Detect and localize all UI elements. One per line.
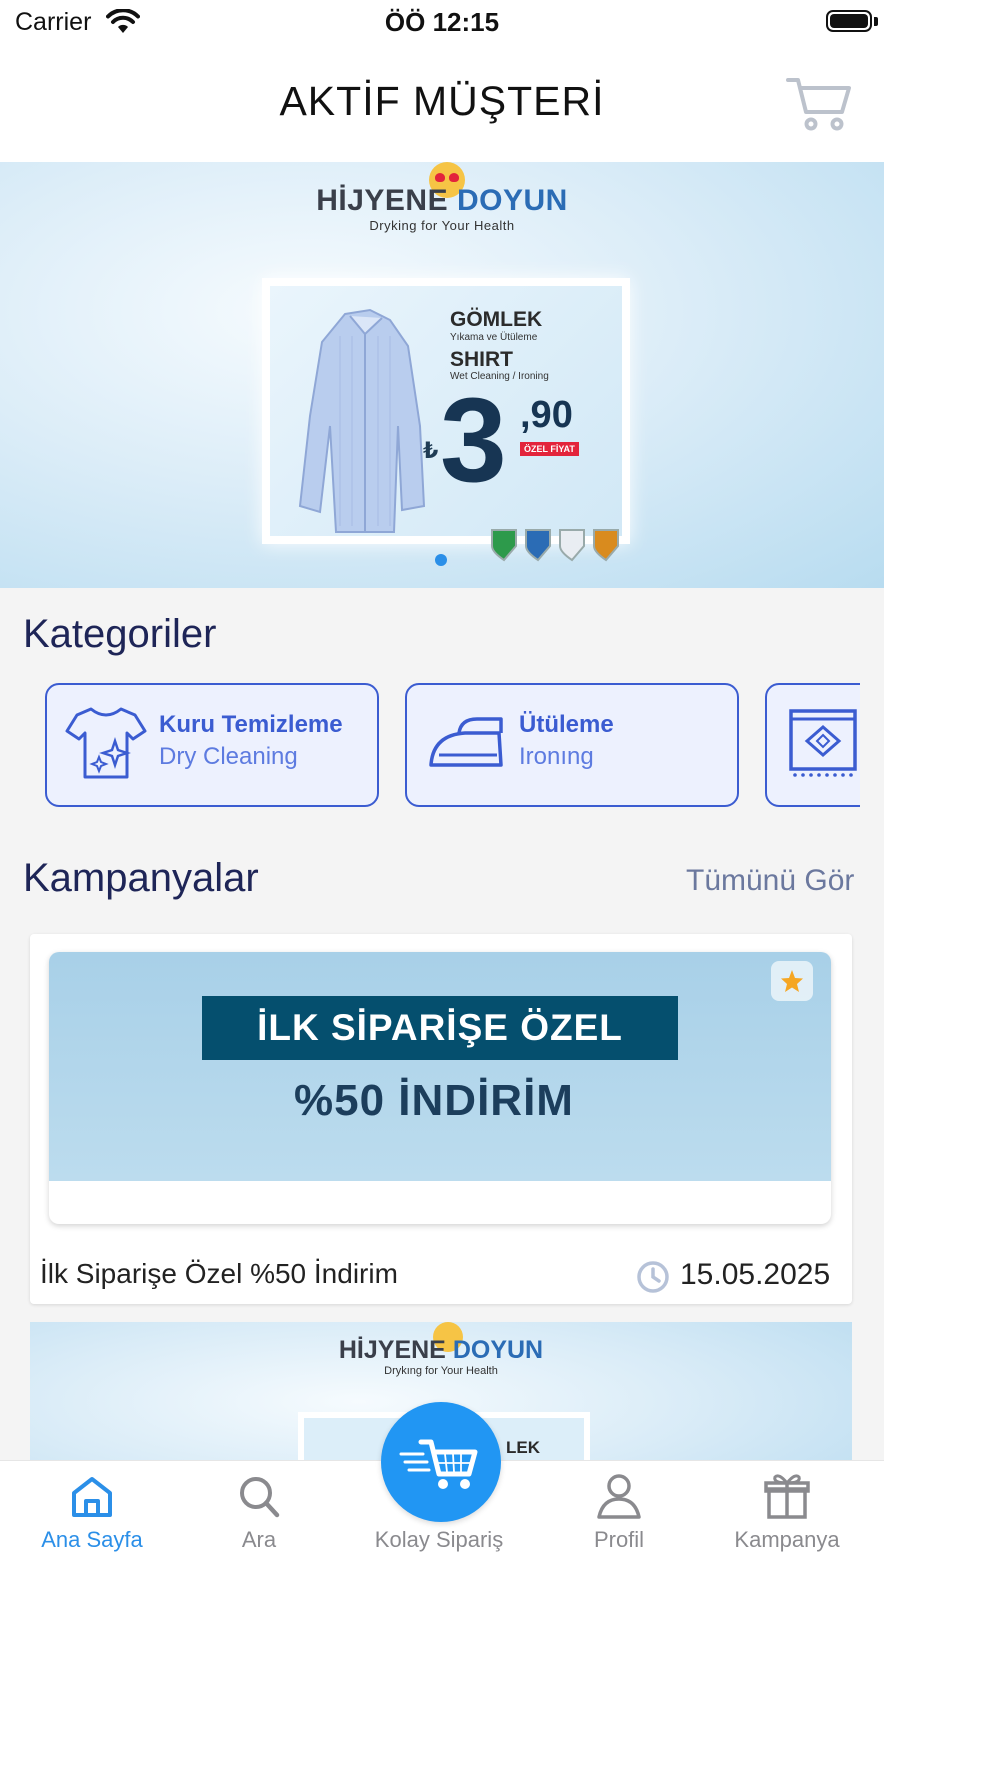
campaign-date: 15.05.2025 bbox=[680, 1258, 831, 1291]
promo-product-tr-sub: Yıkama ve Ütüleme bbox=[450, 332, 538, 343]
cart-icon[interactable] bbox=[786, 74, 852, 132]
home-icon bbox=[72, 1477, 112, 1517]
tab-campaign[interactable]: Kampanya bbox=[699, 1461, 875, 1571]
tab-label: Ana Sayfa bbox=[41, 1527, 143, 1552]
brand-part-1: HİJYENE bbox=[338, 1336, 446, 1364]
search-icon bbox=[240, 1477, 280, 1518]
easy-order-fab[interactable] bbox=[381, 1402, 501, 1522]
category-ironing[interactable]: Ütüleme Ironıng bbox=[405, 683, 739, 807]
tab-label: Ara bbox=[241, 1527, 277, 1552]
tab-label: Profil bbox=[593, 1527, 645, 1552]
brand-logo: HİJYENE DOYUN bbox=[0, 184, 884, 218]
brand-part-1: HİJYENE bbox=[316, 184, 449, 217]
promo-product-fragment: LEK bbox=[506, 1438, 540, 1457]
profile-icon bbox=[597, 1474, 641, 1519]
categories-carousel[interactable]: Kuru Temizleme Dry Cleaning Ütüleme Iron… bbox=[0, 683, 860, 809]
campaign-band-text: İLK SİPARİŞE ÖZEL bbox=[202, 996, 678, 1060]
page-title: AKTİF MÜŞTERİ bbox=[279, 78, 605, 124]
campaign-image: İLK SİPARİŞE ÖZEL %50 İNDİRİM bbox=[49, 952, 831, 1181]
see-all-link[interactable]: Tümünü Gör bbox=[686, 864, 854, 898]
brand-tagline: Drykıng for Your Health bbox=[384, 1365, 498, 1377]
tab-home[interactable]: Ana Sayfa bbox=[4, 1461, 180, 1571]
category-title: Ütüleme bbox=[519, 711, 614, 738]
category-subtitle: Dry Cleaning bbox=[159, 743, 298, 770]
brand-tagline: Dryking for Your Health bbox=[369, 218, 515, 233]
category-dry-cleaning[interactable]: Kuru Temizleme Dry Cleaning bbox=[45, 683, 379, 807]
promo-product-tr: GÖMLEK bbox=[450, 308, 543, 331]
shirt-image-icon bbox=[298, 308, 426, 533]
campaign-card[interactable]: İLK SİPARİŞE ÖZEL %50 İNDİRİM İlk Sipari… bbox=[30, 934, 852, 1304]
campaign-discount-text: %50 İNDİRİM bbox=[294, 1076, 574, 1125]
campaign-image-card: İLK SİPARİŞE ÖZEL %50 İNDİRİM bbox=[49, 952, 831, 1224]
campaigns-title: Kampanyalar bbox=[23, 856, 259, 900]
right-gutter bbox=[884, 0, 1000, 1778]
category-title: Kuru Temizleme bbox=[159, 711, 343, 738]
category-subtitle: Ironıng bbox=[519, 743, 594, 770]
quality-badges-icon bbox=[491, 529, 619, 562]
tab-search[interactable]: Ara bbox=[171, 1461, 347, 1571]
price-decimal: ,90 bbox=[520, 394, 573, 436]
brand-part-2: DOYUN bbox=[452, 1336, 544, 1364]
hero-banner[interactable]: HİJYENE DOYUN Dryking for Your Health GÖ… bbox=[0, 162, 884, 588]
favorite-button[interactable] bbox=[771, 961, 813, 1001]
clock-icon bbox=[637, 1261, 669, 1293]
gift-icon bbox=[764, 1474, 810, 1519]
fast-cart-icon bbox=[399, 1439, 478, 1489]
dry-cleaning-shirt-icon bbox=[65, 707, 147, 779]
brand-part-2: DOYUN bbox=[456, 184, 568, 217]
status-time: ÖÖ 12:15 bbox=[384, 7, 500, 37]
campaign-name: İlk Siparişe Özel %50 İndirim bbox=[40, 1258, 398, 1289]
carpet-icon bbox=[789, 709, 857, 777]
price-currency: ₺ bbox=[423, 438, 439, 463]
promo-product-en: SHIRT bbox=[450, 348, 513, 371]
price-main: 3 bbox=[440, 373, 507, 507]
app-header: AKTİF MÜŞTERİ bbox=[0, 46, 884, 162]
battery-cap bbox=[874, 17, 878, 26]
status-bar: Carrier ÖÖ 12:15 bbox=[0, 0, 884, 46]
price-tag: ÖZEL FİYAT bbox=[520, 442, 579, 456]
star-icon bbox=[781, 970, 803, 992]
categories-title: Kategoriler bbox=[23, 612, 217, 656]
brand-logo: HİJYENE DOYUN bbox=[30, 1336, 852, 1365]
app-screen: Carrier ÖÖ 12:15 AKTİF MÜŞTERİ HİJYENE D… bbox=[0, 0, 884, 1778]
tab-label: Kampanya bbox=[734, 1527, 840, 1552]
iron-icon bbox=[429, 717, 503, 767]
tab-label: Kolay Sipariş bbox=[374, 1527, 504, 1552]
carousel-dot-active[interactable] bbox=[435, 554, 447, 566]
battery-icon bbox=[826, 10, 872, 32]
category-carpet[interactable] bbox=[765, 683, 860, 807]
tab-profile[interactable]: Profil bbox=[531, 1461, 707, 1571]
